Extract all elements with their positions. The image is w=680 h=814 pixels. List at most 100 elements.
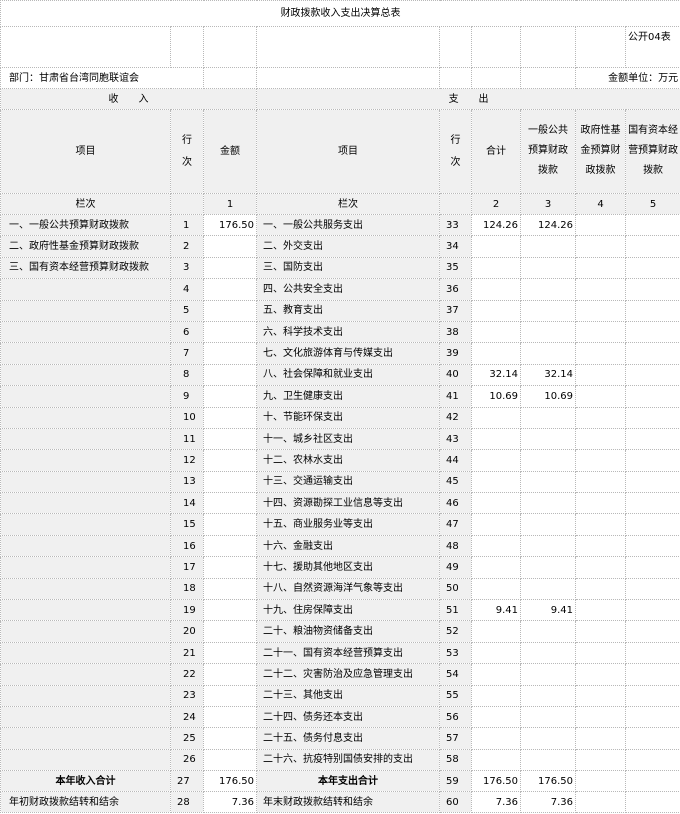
expense-general-budget: [520, 663, 576, 686]
expense-state-capital: [624, 663, 680, 686]
income-amount: [203, 256, 257, 280]
expense-general-budget: 32.14: [520, 363, 576, 387]
expense-total: [471, 492, 521, 515]
table-row: 9 九、卫生健康支出 41 10.69 10.69: [0, 385, 680, 408]
col-index-5: 5: [624, 193, 680, 215]
income-item: [0, 492, 171, 515]
table-row: 19 十九、住房保障支出 51 9.41 9.41: [0, 599, 680, 622]
income-amount: [203, 385, 257, 408]
expense-general-budget: 9.41: [520, 599, 576, 622]
expense-total: [471, 235, 521, 258]
expense-total: [471, 427, 521, 451]
income-row-no: 9: [170, 385, 204, 408]
expense-total: 32.14: [471, 363, 521, 387]
income-item: [0, 299, 171, 322]
income-amount: [203, 556, 257, 579]
income-amount: 176.50: [203, 213, 257, 237]
expense-row-no: 45: [439, 470, 472, 494]
expense-row-no: 34: [439, 235, 472, 258]
income-amount: [203, 748, 257, 772]
expense-total: [471, 727, 521, 750]
carry-income-label: 年初财政拨款结转和结余: [0, 791, 171, 814]
income-item: [0, 556, 171, 579]
income-item: [0, 406, 171, 429]
income-amount: [203, 620, 257, 643]
expense-gov-fund: [575, 427, 626, 451]
expense-general-budget: [520, 427, 576, 451]
expense-gov-fund: [575, 385, 626, 408]
header-row-no: 行次: [170, 109, 204, 194]
income-row-no: 16: [170, 534, 204, 558]
expense-gov-fund: [575, 641, 626, 665]
expense-general-budget: [520, 620, 576, 643]
col-index-4: 4: [575, 193, 626, 215]
table-row: 14 十四、资源勘探工业信息等支出 46: [0, 492, 680, 515]
table-row: 5 五、教育支出 37: [0, 299, 680, 322]
income-item: [0, 278, 171, 301]
income-amount: [203, 513, 257, 536]
header-expense-item: 项目: [256, 109, 440, 194]
expense-item: 五、教育支出: [256, 299, 440, 322]
income-row-no: 13: [170, 470, 204, 494]
table-row: 23 二十三、其他支出 55: [0, 684, 680, 707]
income-item: [0, 363, 171, 387]
header-expense-row-no: 行次: [439, 109, 472, 194]
expense-item: 十一、城乡社区支出: [256, 427, 440, 451]
expense-gov-fund: [575, 278, 626, 301]
expense-gov-fund: [575, 556, 626, 579]
expense-row-no: 40: [439, 363, 472, 387]
expense-row-no: 57: [439, 727, 472, 750]
expense-row-no: 48: [439, 534, 472, 558]
expense-general-budget: [520, 299, 576, 322]
income-item: [0, 748, 171, 772]
expense-item: 四、公共安全支出: [256, 278, 440, 301]
income-row-no: 14: [170, 492, 204, 515]
expense-gov-fund: [575, 213, 626, 237]
expense-item: 二十四、债务还本支出: [256, 705, 440, 729]
expense-gov-fund: [575, 363, 626, 387]
expense-row-no: 54: [439, 663, 472, 686]
expense-state-capital: [624, 556, 680, 579]
income-row-no: 4: [170, 278, 204, 301]
expense-state-capital: [624, 727, 680, 750]
income-row-no: 17: [170, 556, 204, 579]
expense-state-capital: [624, 385, 680, 408]
header-total: 合计: [471, 109, 521, 194]
expense-item: 七、文化旅游体育与传媒支出: [256, 342, 440, 365]
table-row: 二、政府性基金预算财政拨款 2 二、外交支出 34: [0, 235, 680, 258]
expense-general-budget: [520, 513, 576, 536]
expense-gov-fund: [575, 406, 626, 429]
expense-general-budget: [520, 641, 576, 665]
expense-gov-fund: [575, 705, 626, 729]
expense-item: 二十一、国有资本经营预算支出: [256, 641, 440, 665]
carry-income-amount: 7.36: [203, 791, 257, 814]
expense-item: 十六、金融支出: [256, 534, 440, 558]
income-amount: [203, 663, 257, 686]
expense-row-no: 49: [439, 556, 472, 579]
col-index-2: 2: [471, 193, 521, 215]
expense-gov-fund: [575, 470, 626, 494]
table-row: 8 八、社会保障和就业支出 40 32.14 32.14: [0, 363, 680, 387]
expense-gov-fund: [575, 620, 626, 643]
income-amount: [203, 599, 257, 622]
expense-row-no: 58: [439, 748, 472, 772]
expense-row-no: 53: [439, 641, 472, 665]
table-row: 21 二十一、国有资本经营预算支出 53: [0, 641, 680, 665]
carry-expense-fund: [575, 791, 626, 814]
expense-general-budget: 10.69: [520, 385, 576, 408]
income-row-no: 24: [170, 705, 204, 729]
form-code: 公开04表: [624, 26, 680, 68]
table-row: 7 七、文化旅游体育与传媒支出 39: [0, 342, 680, 365]
expense-row-no: 55: [439, 684, 472, 707]
income-item: [0, 663, 171, 686]
expense-general-budget: [520, 684, 576, 707]
expense-general-budget: [520, 470, 576, 494]
total-expense-general: 176.50: [520, 770, 576, 793]
expense-gov-fund: [575, 663, 626, 686]
expense-gov-fund: [575, 599, 626, 622]
income-amount: [203, 406, 257, 429]
income-row-no: 8: [170, 363, 204, 387]
expense-state-capital: [624, 427, 680, 451]
income-amount: [203, 641, 257, 665]
income-row-no: 18: [170, 577, 204, 601]
